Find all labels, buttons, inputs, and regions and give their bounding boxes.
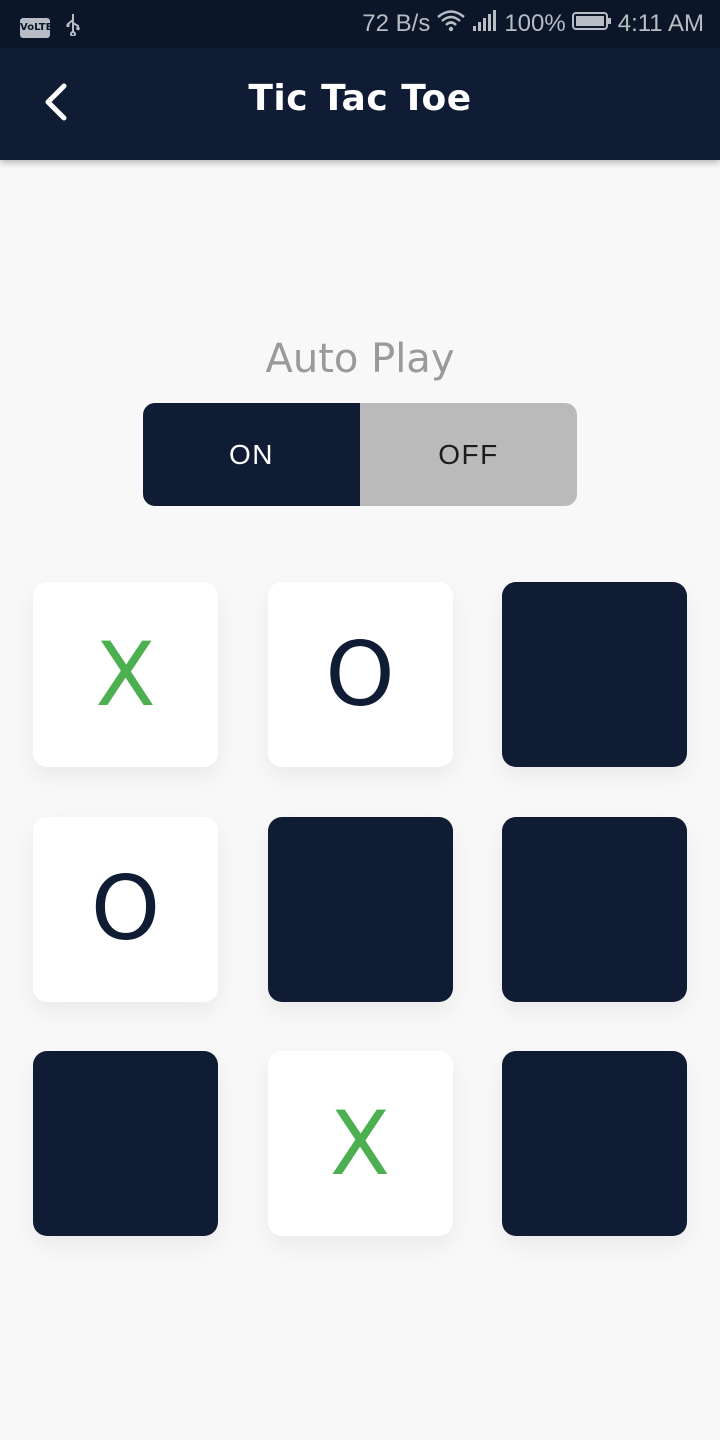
app-bar: Tic Tac Toe (0, 48, 720, 160)
board-cell-6[interactable] (502, 816, 687, 1002)
network-speed: 72 B/s (362, 10, 431, 37)
auto-play-label: Auto Play (265, 336, 455, 382)
board-cell-8[interactable]: X (267, 1051, 453, 1236)
board-cell-9[interactable] (502, 1051, 687, 1236)
o-mark: O (90, 857, 161, 960)
auto-play-on-button[interactable]: ON (143, 403, 360, 506)
page-title: Tic Tac Toe (248, 78, 472, 119)
board-cell-7[interactable] (33, 1051, 218, 1236)
battery-icon (571, 10, 612, 38)
clock: 4:11 AM (617, 10, 704, 37)
volte-badge: VoLTE (20, 17, 52, 38)
board-cell-1[interactable]: X (33, 582, 218, 767)
board-cell-5[interactable] (267, 816, 453, 1002)
status-bar: VoLTE 72 B/s 100% 4:11 AM (0, 0, 720, 48)
o-mark: O (325, 622, 395, 726)
game-board: X O O X (33, 582, 687, 1236)
x-mark: X (329, 1091, 391, 1195)
signal-icon (472, 9, 498, 39)
board-cell-3[interactable] (502, 582, 687, 767)
status-right: 72 B/s 100% 4:11 AM (362, 9, 704, 40)
auto-play-off-button[interactable]: OFF (360, 403, 577, 506)
status-left: VoLTE (20, 12, 82, 43)
board-cell-2[interactable]: O (267, 582, 453, 767)
usb-icon (64, 12, 82, 43)
battery-percent: 100% (504, 10, 566, 37)
x-mark: X (95, 622, 156, 726)
auto-play-toggle: ON OFF (143, 403, 577, 506)
board-cell-4[interactable]: O (33, 816, 218, 1002)
wifi-icon (436, 9, 466, 40)
